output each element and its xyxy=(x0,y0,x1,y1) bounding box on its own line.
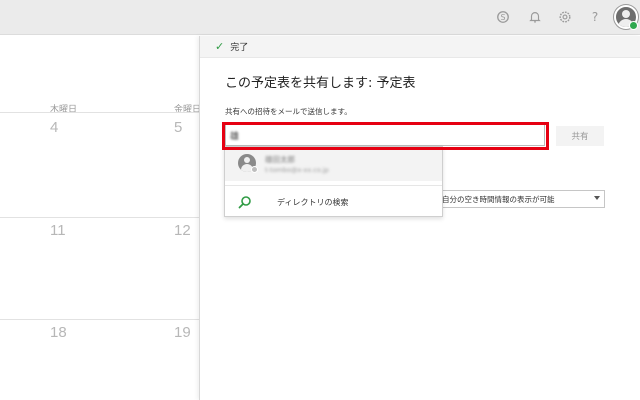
avatar-head xyxy=(622,10,630,18)
skype-icon[interactable]: S xyxy=(495,9,511,25)
share-button[interactable]: 共有 xyxy=(556,126,604,146)
directory-search-item[interactable]: ディレクトリの検索 xyxy=(225,187,442,217)
search-icon xyxy=(238,194,252,209)
contact-avatar-head xyxy=(244,157,250,163)
done-label: 完了 xyxy=(230,43,249,53)
done-button[interactable]: ✓ 完了 xyxy=(200,36,640,58)
week-divider xyxy=(0,319,200,320)
svg-text:S: S xyxy=(501,13,506,22)
date-cell[interactable]: 11 xyxy=(50,222,66,239)
panel-subtitle: 共有への招待をメールで送信します。 xyxy=(225,107,352,116)
week-divider xyxy=(0,217,200,218)
date-cell[interactable]: 4 xyxy=(50,119,58,136)
top-bar: S ? xyxy=(0,0,640,35)
invite-input-box[interactable] xyxy=(225,124,545,146)
week-divider xyxy=(0,112,200,113)
presence-badge xyxy=(629,21,638,30)
suggestion-dropdown: 雄田太郎 t-tombo@x-xx.co.jp ディレクトリの検索 xyxy=(224,146,443,217)
gear-icon[interactable] xyxy=(557,9,573,25)
date-cell[interactable]: 19 xyxy=(174,324,191,341)
chevron-down-icon xyxy=(594,196,600,200)
presence-badge xyxy=(251,166,258,173)
permission-select[interactable]: 自分の空き時間情報の表示が可能 xyxy=(437,190,605,208)
check-icon: ✓ xyxy=(215,40,225,53)
permission-selected: 自分の空き時間情報の表示が可能 xyxy=(442,194,555,204)
share-calendar-panel: ✓ 完了 この予定表を共有します: 予定表 共有への招待をメールで送信します。 … xyxy=(199,36,640,400)
date-cell[interactable]: 5 xyxy=(174,119,182,136)
suggestion-email: t-tombo@x-xx.co.jp xyxy=(265,166,329,174)
panel-title: この予定表を共有します: 予定表 xyxy=(225,76,416,91)
date-cell[interactable]: 12 xyxy=(174,222,191,239)
help-icon[interactable]: ? xyxy=(587,9,603,25)
suggestion-name: 雄田太郎 xyxy=(265,155,295,164)
date-cell[interactable]: 18 xyxy=(50,324,67,341)
day-header-friday: 金曜日 xyxy=(174,105,202,115)
dropdown-divider xyxy=(225,185,442,186)
day-header-thursday: 木曜日 xyxy=(50,105,78,115)
directory-search-label: ディレクトリの検索 xyxy=(277,198,349,207)
suggestion-item[interactable]: 雄田太郎 t-tombo@x-xx.co.jp xyxy=(225,147,442,181)
bell-icon[interactable] xyxy=(527,9,543,25)
invite-input[interactable] xyxy=(230,130,544,140)
